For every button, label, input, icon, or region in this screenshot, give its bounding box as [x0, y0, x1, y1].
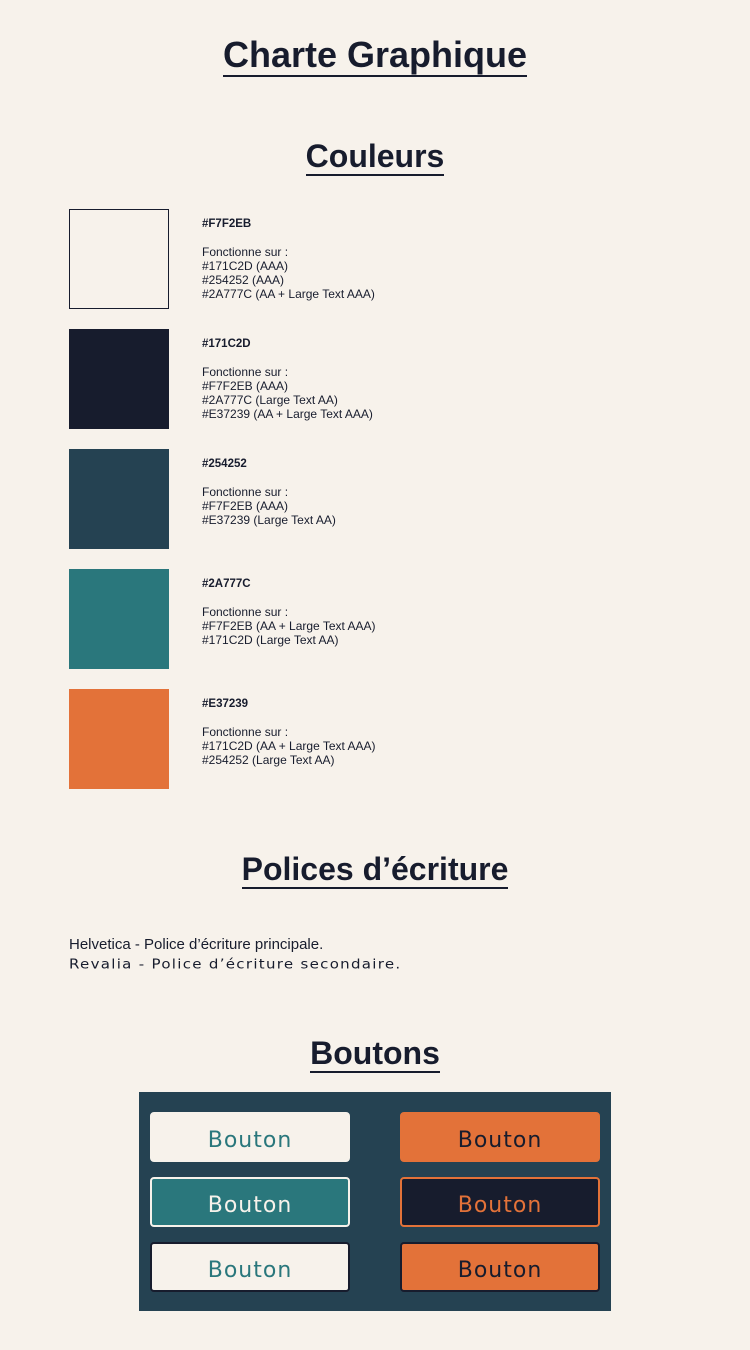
demo-button[interactable]: Bouton [400, 1242, 600, 1292]
color-swatch-row: #E37239 Fonctionne sur : #171C2D (AA + Lar… [69, 689, 669, 789]
fonts-list: Helvetica - Police d’écriture principale… [69, 936, 402, 976]
color-swatch-info: #F7F2EB Fonctionne sur : #171C2D (AAA) #254… [202, 217, 375, 301]
buttons-section-title-text: Boutons [310, 1035, 440, 1073]
contrast-pair-line: #254252 (AAA) [202, 273, 285, 287]
color-swatch-info: #E37239 Fonctionne sur : #171C2D (AA + Lar… [202, 697, 376, 767]
buttons-panel: Bouton Bouton Bouton Bouton Bouton Bouton [139, 1092, 611, 1311]
color-hex-label: #2A777C [202, 578, 251, 590]
color-swatch [69, 329, 169, 429]
color-swatch [69, 689, 169, 789]
contrast-pair-line: #254252 (Large Text AA) [202, 753, 335, 767]
contrast-pair-line: #171C2D (Large Text AA) [202, 633, 339, 647]
color-swatch [69, 569, 169, 669]
primary-font-sample: Helvetica - Police d’écriture principale… [69, 936, 324, 953]
page-title-text: Charte Graphique [222, 34, 528, 77]
contrast-pair-line: #171C2D (AAA) [202, 259, 289, 273]
page-title: Charte Graphique [0, 33, 750, 77]
color-hex-label: #171C2D [202, 338, 251, 350]
color-hex-label: #F7F2EB [202, 218, 252, 230]
secondary-font-sample: Revalia - Police d’écriture secondaire. [69, 955, 402, 972]
color-swatch [69, 449, 169, 549]
contrast-pair-line: #E37239 (Large Text AA) [202, 513, 336, 527]
contrast-pair-line: #E37239 (AA + Large Text AAA) [202, 407, 373, 421]
colors-section-title: Couleurs [0, 136, 750, 176]
colors-section-title-text: Couleurs [305, 138, 445, 176]
contrast-pair-line: #171C2D (AA + Large Text AAA) [202, 739, 376, 753]
demo-button[interactable]: Bouton [400, 1177, 600, 1227]
contrast-pair-line: #2A777C (Large Text AA) [202, 393, 338, 407]
fonts-section-title-text: Polices d’écriture [241, 851, 509, 889]
color-swatch-row: #2A777C Fonctionne sur : #F7F2EB (AA + Lar… [69, 569, 669, 669]
demo-button[interactable]: Bouton [150, 1177, 350, 1227]
fonts-section-title: Polices d’écriture [0, 849, 750, 889]
color-swatch-row: #254252 Fonctionne sur : #F7F2EB (AAA) #E37… [69, 449, 669, 549]
contrast-pair-line: #F7F2EB (AAA) [202, 499, 289, 513]
contrast-pair-line: #F7F2EB (AAA) [202, 379, 289, 393]
color-hex-label: #254252 [202, 458, 247, 470]
works-on-label: Fonctionne sur : [202, 245, 289, 259]
color-swatch [69, 209, 169, 309]
contrast-pair-line: #F7F2EB (AA + Large Text AAA) [202, 619, 376, 633]
demo-button[interactable]: Bouton [400, 1112, 600, 1162]
color-swatch-info: #254252 Fonctionne sur : #F7F2EB (AAA) #E37… [202, 457, 336, 527]
color-swatch-info: #171C2D Fonctionne sur : #F7F2EB (AAA) #2A7… [202, 337, 373, 421]
color-hex-label: #E37239 [202, 698, 249, 710]
buttons-section-title: Boutons [0, 1033, 750, 1073]
works-on-label: Fonctionne sur : [202, 605, 289, 619]
contrast-pair-line: #2A777C (AA + Large Text AAA) [202, 287, 375, 301]
demo-button[interactable]: Bouton [150, 1242, 350, 1292]
color-swatch-info: #2A777C Fonctionne sur : #F7F2EB (AA + Lar… [202, 577, 376, 647]
demo-button[interactable]: Bouton [150, 1112, 350, 1162]
works-on-label: Fonctionne sur : [202, 485, 289, 499]
color-swatch-row: #171C2D Fonctionne sur : #F7F2EB (AAA) #2A7… [69, 329, 669, 429]
works-on-label: Fonctionne sur : [202, 365, 289, 379]
color-swatch-row: #F7F2EB Fonctionne sur : #171C2D (AAA) #254… [69, 209, 669, 309]
works-on-label: Fonctionne sur : [202, 725, 289, 739]
